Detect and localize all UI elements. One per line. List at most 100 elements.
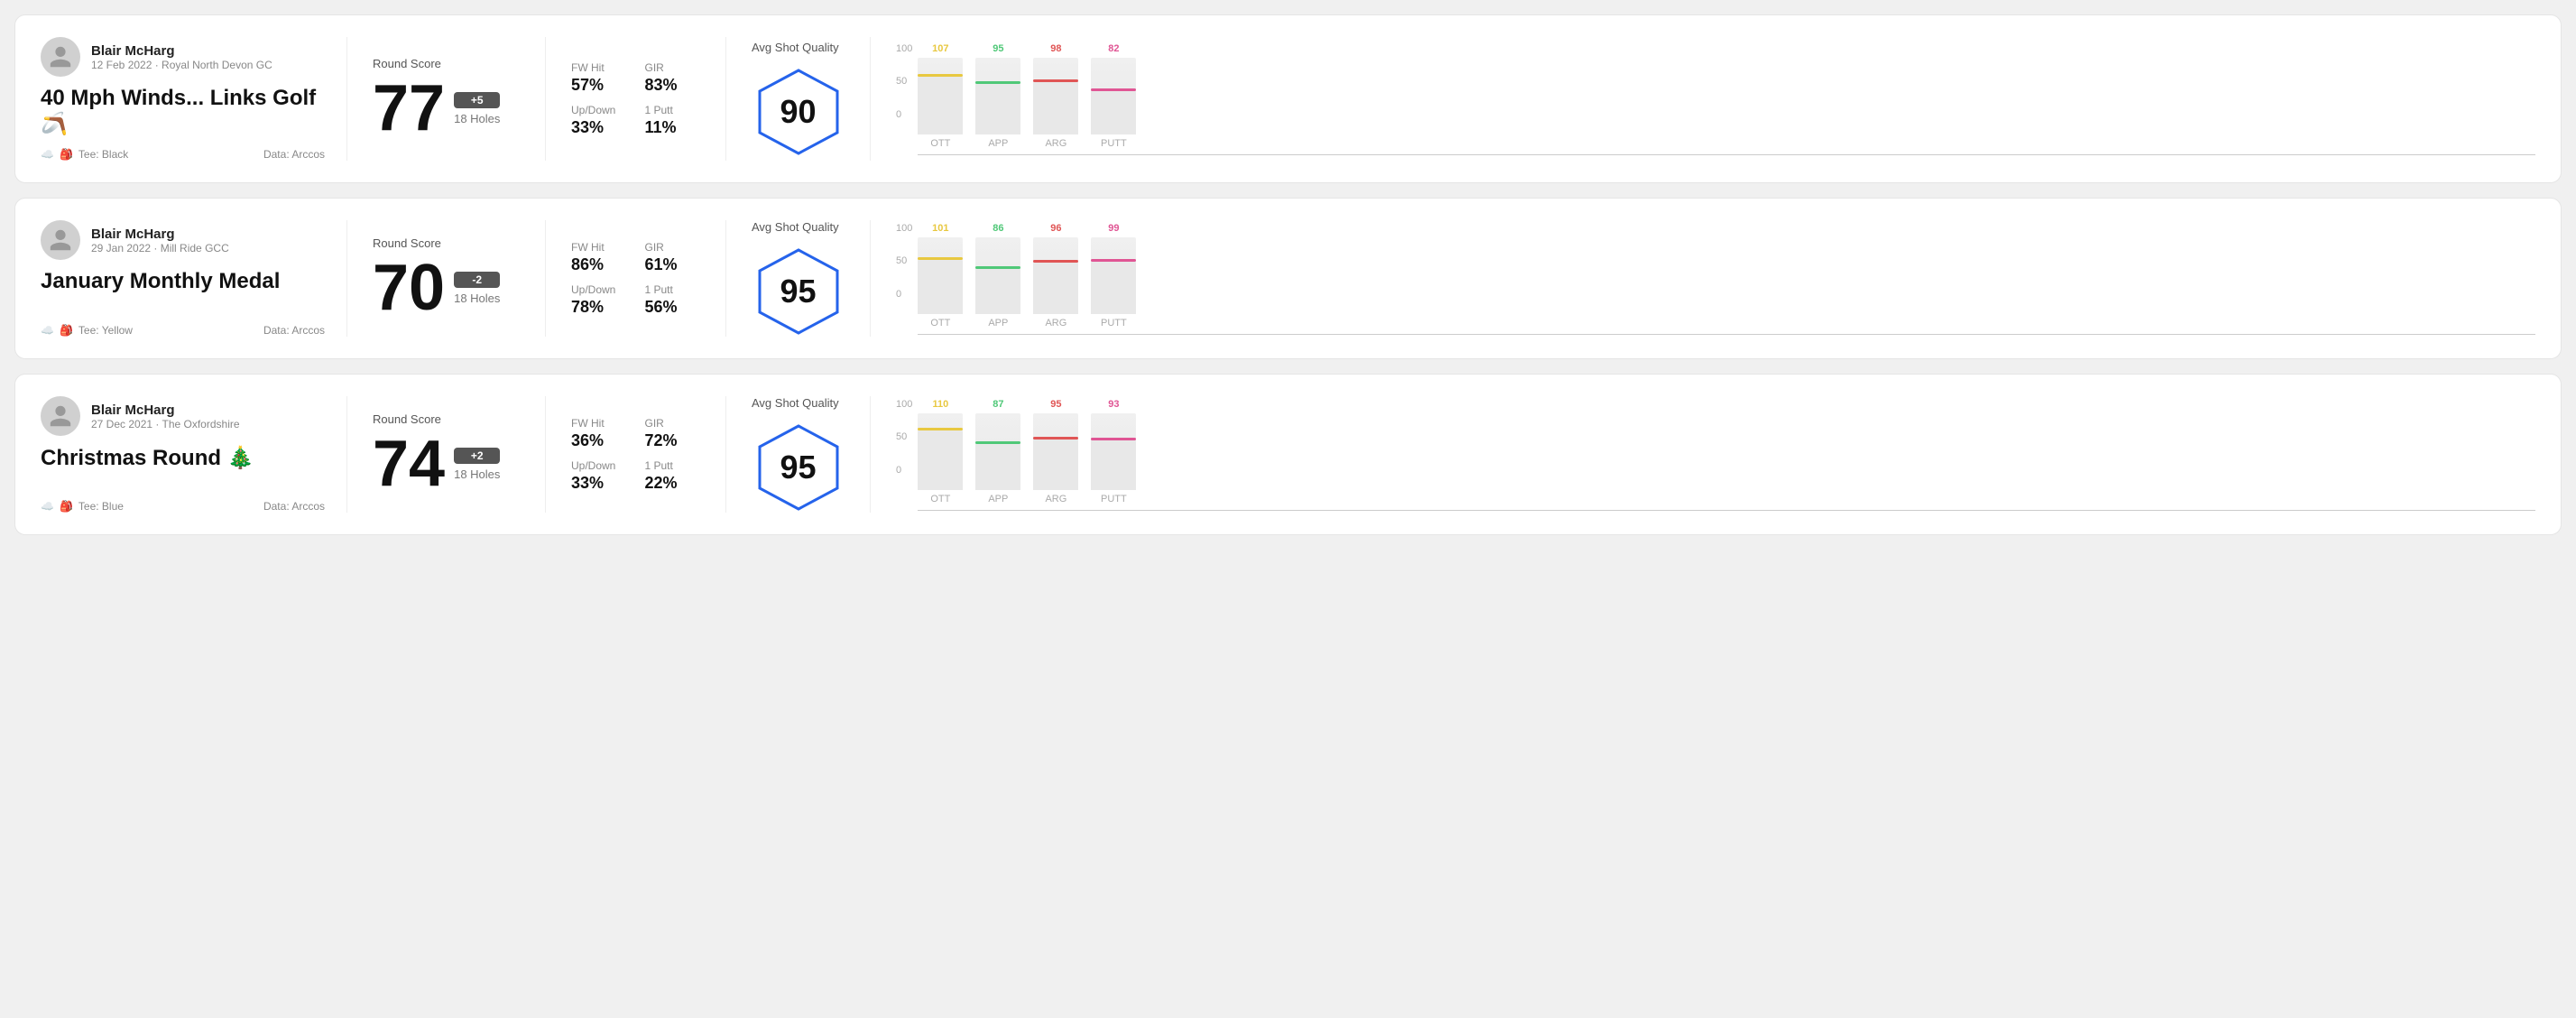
bar-value-app: 95 xyxy=(993,43,1003,54)
bar-value-arg: 96 xyxy=(1050,223,1061,234)
chart-section: 100 50 0 101 OTT 86 APP xyxy=(871,220,2535,337)
avatar xyxy=(41,220,80,260)
bar-group-app: 87 APP xyxy=(975,399,1020,504)
fw-hit-value: 57% xyxy=(571,76,627,95)
user-details: Blair McHarg 29 Jan 2022 · Mill Ride GCC xyxy=(91,227,229,255)
stats-section: FW Hit 57% GIR 83% Up/Down 33% 1 Putt 11… xyxy=(546,37,726,161)
bar-line-app xyxy=(975,81,1020,84)
holes-label: 18 Holes xyxy=(454,467,500,481)
stats-section: FW Hit 36% GIR 72% Up/Down 33% 1 Putt 22… xyxy=(546,396,726,513)
user-meta: 29 Jan 2022 · Mill Ride GCC xyxy=(91,242,229,255)
bar-label-ott: OTT xyxy=(930,318,950,329)
score-row: 74 +2 18 Holes xyxy=(373,431,520,496)
round-score-label: Round Score xyxy=(373,236,520,250)
score-row: 77 +5 18 Holes xyxy=(373,76,520,141)
gir-value: 83% xyxy=(645,76,701,95)
stats-section: FW Hit 86% GIR 61% Up/Down 78% 1 Putt 56… xyxy=(546,220,726,337)
one-putt-label: 1 Putt xyxy=(645,459,701,472)
round-card: Blair McHarg 29 Jan 2022 · Mill Ride GCC… xyxy=(14,198,2562,359)
bar-line-ott xyxy=(918,428,963,430)
gir-value: 72% xyxy=(645,431,701,450)
bar-label-arg: ARG xyxy=(1045,494,1066,504)
bar-line-app xyxy=(975,266,1020,269)
one-putt-label: 1 Putt xyxy=(645,104,701,116)
up-down-value: 33% xyxy=(571,118,627,137)
bar-wrapper-app xyxy=(975,237,1020,314)
gir-label: GIR xyxy=(645,417,701,430)
user-info: Blair McHarg 12 Feb 2022 · Royal North D… xyxy=(41,37,325,77)
bar-value-putt: 82 xyxy=(1108,43,1119,54)
fw-hit-value: 36% xyxy=(571,431,627,450)
y-axis-50: 50 xyxy=(896,431,912,442)
tee-info: ☁️ 🎒 Tee: Black xyxy=(41,148,128,161)
y-axis-50: 50 xyxy=(896,76,912,87)
bar-line-app xyxy=(975,441,1020,444)
hexagon-container: 95 xyxy=(753,422,844,513)
bar-group-putt: 82 PUTT xyxy=(1091,43,1136,149)
big-score: 77 xyxy=(373,76,445,141)
bar-value-putt: 93 xyxy=(1108,399,1119,410)
bar-value-ott: 101 xyxy=(932,223,948,234)
tee-label: Tee: Blue xyxy=(78,500,124,513)
gir-stat: GIR 83% xyxy=(645,61,701,95)
left-section: Blair McHarg 27 Dec 2021 · The Oxfordshi… xyxy=(41,396,347,513)
bar-group-putt: 99 PUTT xyxy=(1091,223,1136,329)
round-title: Christmas Round 🎄 xyxy=(41,445,325,471)
up-down-label: Up/Down xyxy=(571,283,627,296)
bar-group-ott: 107 OTT xyxy=(918,43,963,149)
stats-grid: FW Hit 86% GIR 61% Up/Down 78% 1 Putt 56… xyxy=(571,241,700,317)
bar-fill-arg xyxy=(1033,82,1078,134)
stats-grid: FW Hit 36% GIR 72% Up/Down 33% 1 Putt 22… xyxy=(571,417,700,493)
stats-grid: FW Hit 57% GIR 83% Up/Down 33% 1 Putt 11… xyxy=(571,61,700,137)
round-title: January Monthly Medal xyxy=(41,269,325,294)
score-details: +2 18 Holes xyxy=(454,448,500,481)
quality-label: Avg Shot Quality xyxy=(752,220,839,234)
bar-value-app: 86 xyxy=(993,223,1003,234)
quality-score: 90 xyxy=(780,93,816,131)
fw-hit-label: FW Hit xyxy=(571,241,627,254)
score-badge: +5 xyxy=(454,92,500,108)
left-section: Blair McHarg 29 Jan 2022 · Mill Ride GCC… xyxy=(41,220,347,337)
bar-wrapper-ott xyxy=(918,237,963,314)
bar-wrapper-arg xyxy=(1033,413,1078,490)
bar-value-arg: 98 xyxy=(1050,43,1061,54)
score-details: -2 18 Holes xyxy=(454,272,500,305)
score-badge: -2 xyxy=(454,272,500,288)
big-score: 70 xyxy=(373,255,445,320)
user-name: Blair McHarg xyxy=(91,403,240,418)
round-score-label: Round Score xyxy=(373,412,520,426)
bar-wrapper-putt xyxy=(1091,413,1136,490)
bar-group-app: 86 APP xyxy=(975,223,1020,329)
bar-wrapper-arg xyxy=(1033,237,1078,314)
bar-group-arg: 95 ARG xyxy=(1033,399,1078,504)
bar-fill-ott xyxy=(918,77,963,134)
fw-hit-stat: FW Hit 86% xyxy=(571,241,627,274)
bar-label-arg: ARG xyxy=(1045,318,1066,329)
bar-fill-ott xyxy=(918,260,963,314)
fw-hit-value: 86% xyxy=(571,255,627,274)
chart-section: 100 50 0 107 OTT 95 APP xyxy=(871,37,2535,161)
y-axis-100: 100 xyxy=(896,223,912,234)
user-details: Blair McHarg 27 Dec 2021 · The Oxfordshi… xyxy=(91,403,240,430)
one-putt-value: 11% xyxy=(645,118,701,137)
bottom-info: ☁️ 🎒 Tee: Black Data: Arccos xyxy=(41,148,325,161)
bar-fill-putt xyxy=(1091,440,1136,489)
cloud-icon: ☁️ xyxy=(41,148,54,161)
bar-fill-app xyxy=(975,84,1020,134)
gir-stat: GIR 61% xyxy=(645,241,701,274)
bar-fill-app xyxy=(975,444,1020,489)
holes-label: 18 Holes xyxy=(454,292,500,305)
gir-label: GIR xyxy=(645,61,701,74)
tee-info: ☁️ 🎒 Tee: Blue xyxy=(41,500,124,513)
bottom-info: ☁️ 🎒 Tee: Blue Data: Arccos xyxy=(41,500,325,513)
chart-section: 100 50 0 110 OTT 87 APP xyxy=(871,396,2535,513)
up-down-stat: Up/Down 33% xyxy=(571,104,627,137)
cloud-icon: ☁️ xyxy=(41,324,54,337)
bar-label-putt: PUTT xyxy=(1101,318,1127,329)
bar-value-app: 87 xyxy=(993,399,1003,410)
user-name: Blair McHarg xyxy=(91,43,272,59)
bar-line-putt xyxy=(1091,88,1136,91)
bar-group-app: 95 APP xyxy=(975,43,1020,149)
bar-wrapper-ott xyxy=(918,413,963,490)
bar-group-putt: 93 PUTT xyxy=(1091,399,1136,504)
